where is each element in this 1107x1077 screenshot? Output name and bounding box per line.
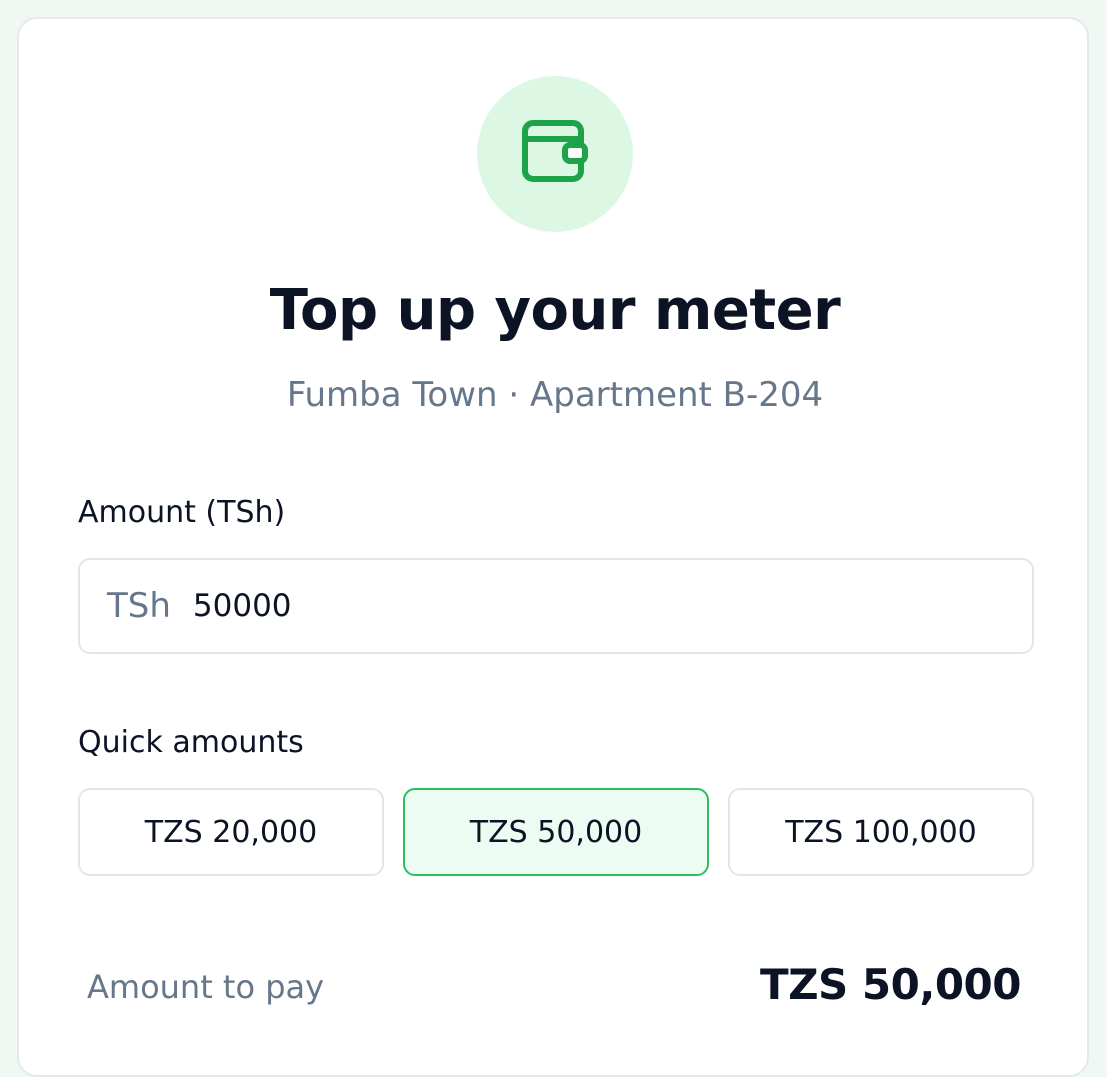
quick-amounts-group: TZS 20,000 TZS 50,000 TZS 100,000 xyxy=(78,788,1034,876)
quick-amount-20000-button[interactable]: TZS 20,000 xyxy=(78,788,384,876)
meter-location-subtitle: Fumba Town · Apartment B-204 xyxy=(286,375,824,415)
amount-input[interactable] xyxy=(192,588,953,624)
quick-amount-100000-button[interactable]: TZS 100,000 xyxy=(728,788,1034,876)
quick-amount-50000-button[interactable]: TZS 50,000 xyxy=(403,788,709,876)
wallet-icon-badge xyxy=(477,76,633,232)
page-title: Top up your meter xyxy=(269,278,841,343)
amount-to-pay-label: Amount to pay xyxy=(87,968,325,1006)
amount-label: Amount (TSh) xyxy=(78,495,286,530)
currency-prefix: TSh xyxy=(107,586,171,626)
quick-amounts-label: Quick amounts xyxy=(78,725,304,760)
amount-input-box[interactable]: TSh xyxy=(78,558,1034,654)
amount-to-pay-value: TZS 50,000 xyxy=(759,960,1022,1009)
wallet-icon xyxy=(521,119,589,189)
top-up-card: Top up your meter Fumba Town · Apartment… xyxy=(17,17,1089,1077)
